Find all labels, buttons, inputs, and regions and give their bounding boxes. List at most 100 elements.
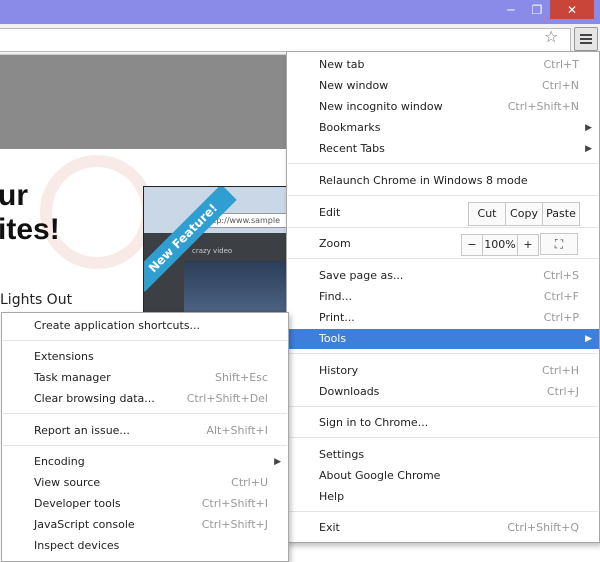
close-icon[interactable]: ✕: [550, 0, 594, 19]
menu-item-history[interactable]: History Ctrl+H: [287, 361, 599, 381]
zoom-out-button[interactable]: −: [462, 235, 483, 255]
chrome-main-menu: New tab Ctrl+T New window Ctrl+N New inc…: [286, 51, 600, 543]
menu-item-shortcut: Shift+Esc: [215, 371, 268, 384]
menu-item-label: Print...: [319, 311, 355, 324]
menu-item-shortcut: Ctrl+S: [543, 269, 579, 282]
zoom-level: 100%: [483, 235, 518, 255]
menu-item-shortcut: Ctrl+P: [543, 311, 579, 324]
menu-item-relaunch[interactable]: Relaunch Chrome in Windows 8 mode: [287, 171, 599, 191]
hamburger-menu-icon[interactable]: [574, 27, 598, 51]
menu-item-label: Developer tools: [34, 497, 121, 510]
menu-item-bookmarks[interactable]: Bookmarks ▶: [287, 118, 599, 138]
menu-item-label: Exit: [319, 521, 340, 534]
menu-item-label: Extensions: [34, 350, 94, 363]
window-controls: ─ ❐ ✕: [498, 0, 594, 20]
menu-separator: [3, 340, 287, 341]
menu-item-sign-in[interactable]: Sign in to Chrome...: [287, 413, 599, 433]
menu-item-new-window[interactable]: New window Ctrl+N: [287, 76, 599, 96]
menu-item-shortcut: Ctrl+U: [231, 476, 268, 489]
menu-item-label: Inspect devices: [34, 539, 120, 552]
title-bar: ─ ❐ ✕: [0, 0, 600, 24]
menu-item-shortcut: Ctrl+F: [543, 290, 579, 303]
menu-item-shortcut: Ctrl+Shift+Q: [507, 521, 579, 534]
menu-separator: [288, 195, 598, 196]
menu-item-label: Help: [319, 490, 345, 503]
paste-button[interactable]: Paste: [543, 203, 579, 225]
menu-item-label: Relaunch Chrome in Windows 8 mode: [319, 174, 528, 187]
menu-item-developer-tools[interactable]: Developer tools Ctrl+Shift+I: [2, 494, 288, 514]
copy-button[interactable]: Copy: [506, 203, 543, 225]
menu-item-label: About Google Chrome: [319, 469, 441, 482]
menu-separator: [3, 413, 287, 414]
menu-item-clear-browsing-data[interactable]: Clear browsing data... Ctrl+Shift+Del: [2, 389, 288, 409]
menu-item-report-issue[interactable]: Report an issue... Alt+Shift+I: [2, 421, 288, 441]
edit-button-group: Cut Copy Paste: [468, 202, 580, 226]
restore-icon[interactable]: ❐: [524, 0, 550, 19]
star-icon[interactable]: ☆: [544, 27, 558, 46]
menu-item-new-tab[interactable]: New tab Ctrl+T: [287, 55, 599, 75]
menu-item-shortcut: Ctrl+N: [541, 79, 579, 92]
menu-item-exit[interactable]: Exit Ctrl+Shift+Q: [287, 518, 599, 538]
menu-item-label: Sign in to Chrome...: [319, 416, 429, 429]
menu-item-find[interactable]: Find... Ctrl+F: [287, 287, 599, 307]
menu-item-settings[interactable]: Settings: [287, 445, 599, 465]
menu-item-shortcut: Ctrl+Shift+J: [201, 518, 268, 531]
menu-item-label: New incognito window: [319, 100, 443, 113]
menu-item-javascript-console[interactable]: JavaScript console Ctrl+Shift+J: [2, 515, 288, 535]
minimize-icon[interactable]: ─: [498, 0, 524, 19]
submenu-arrow-icon: ▶: [585, 144, 592, 154]
menu-item-save-page[interactable]: Save page as... Ctrl+S: [287, 266, 599, 286]
menu-item-label: Bookmarks: [319, 121, 381, 134]
zoom-in-button[interactable]: +: [518, 235, 538, 255]
menu-item-print[interactable]: Print... Ctrl+P: [287, 308, 599, 328]
preview-video-title: crazy video: [192, 247, 233, 255]
menu-item-shortcut: Ctrl+Shift+I: [201, 497, 268, 510]
watermark-magnifier-icon: [40, 155, 154, 269]
menu-item-label: View source: [34, 476, 101, 489]
menu-item-create-shortcuts[interactable]: Create application shortcuts...: [2, 316, 288, 336]
menu-item-help[interactable]: Help: [287, 487, 599, 507]
submenu-arrow-icon: ▶: [274, 457, 281, 467]
menu-separator: [288, 258, 598, 259]
lights-out-text: Lights Out: [0, 292, 73, 308]
menu-separator: [288, 163, 598, 164]
menu-item-about[interactable]: About Google Chrome: [287, 466, 599, 486]
menu-item-task-manager[interactable]: Task manager Shift+Esc: [2, 368, 288, 388]
menu-item-label: History: [319, 364, 359, 377]
zoom-controls: − 100% +: [461, 234, 539, 256]
address-bar[interactable]: [0, 28, 571, 52]
menu-item-label: Downloads: [319, 385, 380, 398]
submenu-arrow-icon: ▶: [585, 334, 592, 344]
fullscreen-icon[interactable]: ⛶: [540, 233, 578, 255]
menu-item-label: Clear browsing data...: [34, 392, 155, 405]
menu-item-label: Encoding: [34, 455, 85, 468]
menu-item-tools[interactable]: Tools ▶: [287, 329, 599, 349]
menu-item-label: Task manager: [34, 371, 111, 384]
menu-item-shortcut: Ctrl+Shift+N: [507, 100, 579, 113]
page-headline-line1: ur: [0, 179, 28, 212]
menu-item-recent-tabs[interactable]: Recent Tabs ▶: [287, 139, 599, 159]
menu-item-label: Tools: [319, 332, 347, 345]
menu-item-label: Save page as...: [319, 269, 404, 282]
menu-separator: [288, 511, 598, 512]
menu-item-label: Edit: [319, 206, 341, 219]
tools-submenu: Create application shortcuts... Extensio…: [1, 312, 289, 562]
menu-item-shortcut: Alt+Shift+I: [206, 424, 268, 437]
menu-item-label: Report an issue...: [34, 424, 130, 437]
menu-separator: [288, 406, 598, 407]
menu-separator: [288, 437, 598, 438]
menu-separator: [288, 227, 598, 228]
submenu-arrow-icon: ▶: [585, 123, 592, 133]
menu-item-new-incognito[interactable]: New incognito window Ctrl+Shift+N: [287, 97, 599, 117]
menu-item-encoding[interactable]: Encoding ▶: [2, 452, 288, 472]
page-headline-line2: ites!: [0, 213, 60, 246]
menu-item-downloads[interactable]: Downloads Ctrl+J: [287, 382, 599, 402]
menu-item-label: New window: [319, 79, 389, 92]
menu-item-label: Create application shortcuts...: [34, 319, 201, 332]
menu-item-inspect-devices[interactable]: Inspect devices: [2, 536, 288, 556]
cut-button[interactable]: Cut: [469, 203, 506, 225]
menu-item-label: Recent Tabs: [319, 142, 385, 155]
menu-item-view-source[interactable]: View source Ctrl+U: [2, 473, 288, 493]
menu-item-extensions[interactable]: Extensions: [2, 347, 288, 367]
menu-separator: [3, 445, 287, 446]
